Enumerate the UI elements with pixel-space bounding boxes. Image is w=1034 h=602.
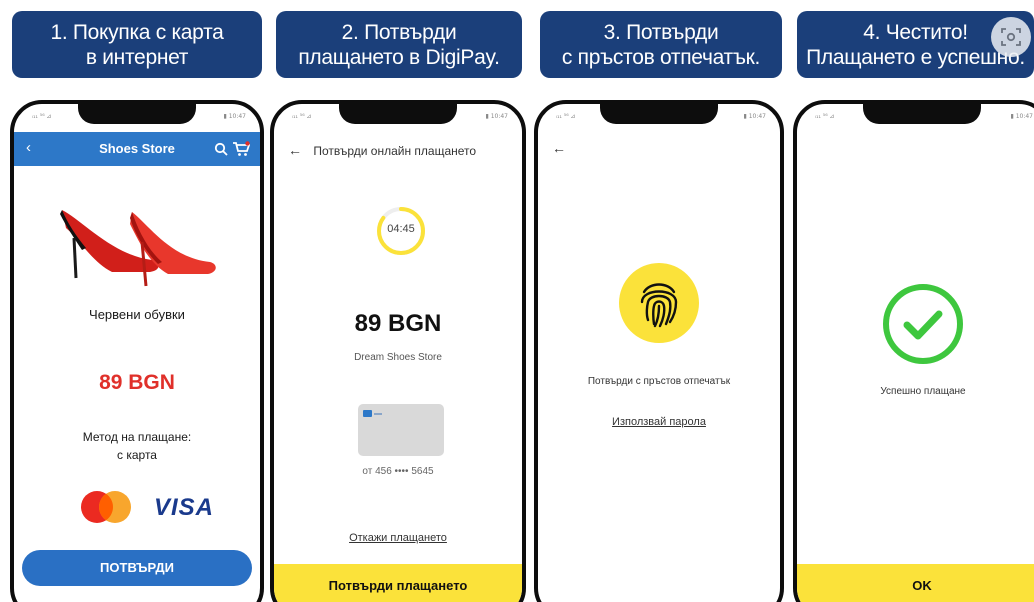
- confirm-header-title: Потвърди онлайн плащането: [313, 144, 477, 158]
- store-app-bar: ‹ Shoes Store: [14, 132, 260, 166]
- signal-status: ᵢ₁₁ ⁵⁶ ⊿: [32, 113, 52, 120]
- card-bank-logo-icon: [363, 410, 382, 417]
- scan-icon: [1001, 28, 1021, 46]
- phone-notch: [339, 104, 457, 124]
- signal-status: ᵢ₁₁ ⁵⁶ ⊿: [292, 113, 312, 120]
- fingerprint-prompt: Потвърди с пръстов отпечатък: [587, 376, 731, 387]
- cancel-payment-link[interactable]: Откажи плащането: [274, 532, 522, 544]
- step-2-subtitle: плащането в DigiPay.: [298, 45, 500, 69]
- step-1-banner: 1. Покупка с карта в интернет: [12, 11, 262, 78]
- step-3-banner: 3. Потвърди с пръстов отпечатък.: [540, 11, 782, 78]
- product-price: 89 BGN: [99, 371, 175, 394]
- signal-status: ᵢ₁₁ ⁵⁶ ⊿: [815, 113, 835, 120]
- step-1-title: 1. Покупка с карта: [50, 20, 224, 44]
- payment-method-value: с карта: [117, 448, 157, 462]
- card-number: от 456 •••• 5645: [362, 466, 434, 477]
- merchant-name: Dream Shoes Store: [354, 352, 442, 363]
- product-name: Червени обувки: [89, 307, 185, 322]
- phone-shop-screen: ᵢ₁₁ ⁵⁶ ⊿ ▮ 10:47 ‹ Shoes Store Червени о…: [10, 100, 264, 602]
- app-bar-actions: [214, 140, 251, 157]
- phone-fingerprint-screen: ᵢ₁₁ ⁵⁶ ⊿ ▮ 10:47 ← Потвърди с пръстов от…: [534, 100, 784, 602]
- phone-notch: [863, 104, 981, 124]
- success-check-icon: [883, 284, 963, 364]
- confirm-purchase-button[interactable]: ПОТВЪРДИ: [22, 550, 252, 586]
- signal-status: ᵢ₁₁ ⁵⁶ ⊿: [556, 113, 576, 120]
- back-arrow-icon[interactable]: ←: [288, 142, 302, 158]
- step-4-title: 4. Честито!: [863, 20, 968, 44]
- payment-amount: 89 BGN: [354, 310, 442, 337]
- step-3-title: 3. Потвърди: [603, 20, 719, 44]
- visa-logo: VISA: [154, 494, 215, 521]
- step-1-subtitle: в интернет: [85, 45, 189, 69]
- success-text: Успешно плащане: [880, 386, 966, 397]
- confirm-payment-button[interactable]: Потвърди плащането: [274, 564, 522, 602]
- back-arrow-icon[interactable]: ←: [552, 140, 566, 156]
- use-password-link[interactable]: Използвай парола: [538, 416, 780, 428]
- mastercard-icon: [81, 491, 131, 523]
- step-2-banner: 2. Потвърди плащането в DigiPay.: [276, 11, 522, 78]
- payment-card[interactable]: [358, 404, 444, 456]
- cart-icon[interactable]: [232, 140, 251, 157]
- battery-time-status: ▮ 10:47: [485, 113, 509, 120]
- visual-search-button[interactable]: [991, 17, 1031, 57]
- payment-method-label: Метод на плащане:: [82, 430, 192, 444]
- phone-success-screen: ᵢ₁₁ ⁵⁶ ⊿ ▮ 10:47 Успешно плащане OK: [793, 100, 1034, 602]
- step-3-subtitle: с пръстов отпечатък.: [561, 45, 761, 69]
- timer-value: 04:45: [387, 223, 415, 235]
- battery-time-status: ▮ 10:47: [1010, 113, 1034, 120]
- fingerprint-icon[interactable]: [618, 262, 700, 344]
- phone-notch: [600, 104, 718, 124]
- confirm-header: ← Потвърди онлайн плащането: [288, 142, 476, 158]
- step-2-title: 2. Потвърди: [341, 20, 457, 44]
- red-shoes-image: [60, 210, 216, 287]
- battery-time-status: ▮ 10:47: [223, 113, 247, 120]
- ok-button[interactable]: OK: [797, 564, 1034, 602]
- search-icon[interactable]: [214, 142, 229, 156]
- phone-notch: [78, 104, 196, 124]
- battery-time-status: ▮ 10:47: [743, 113, 767, 120]
- step-4-subtitle: Плащането е успешно.: [806, 45, 1025, 69]
- phone-digipay-confirm-screen: ᵢ₁₁ ⁵⁶ ⊿ ▮ 10:47 ← Потвърди онлайн плаща…: [270, 100, 526, 602]
